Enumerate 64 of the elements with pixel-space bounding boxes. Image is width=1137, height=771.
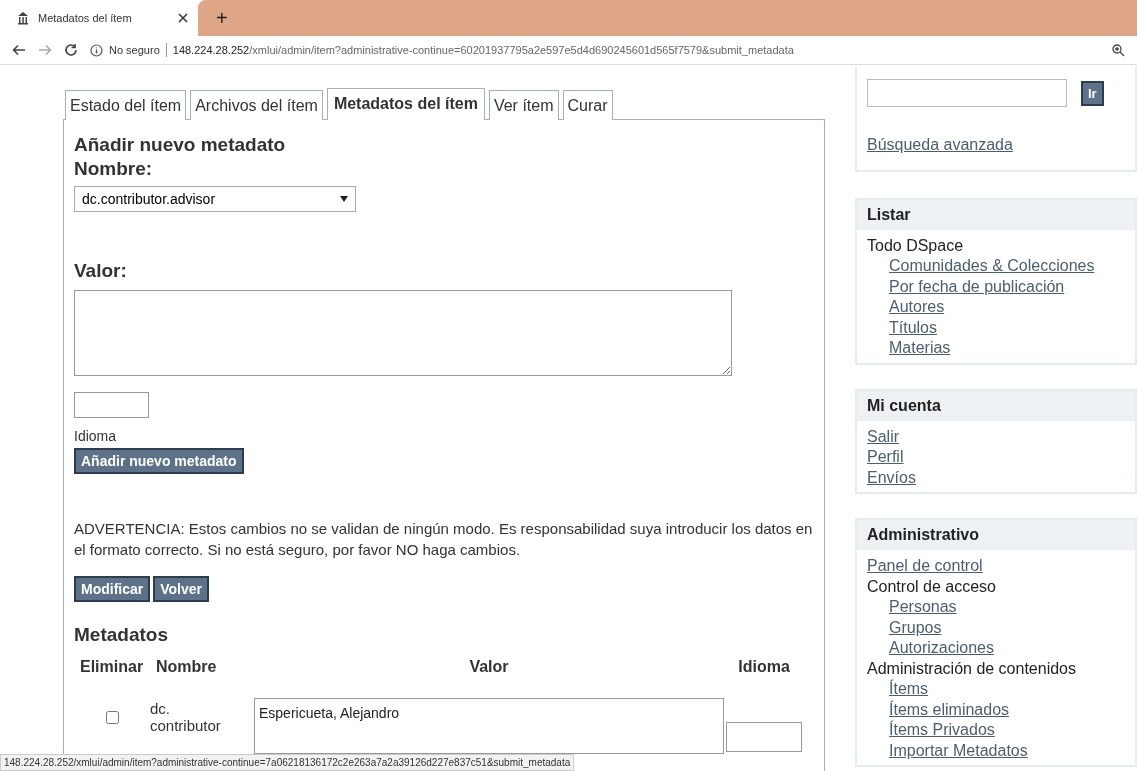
- tab[interactable]: Estado del ítem: [65, 90, 187, 120]
- reload-icon[interactable]: [64, 43, 78, 57]
- action-button[interactable]: Volver: [153, 576, 209, 602]
- table-cell-text: dc. contributor: [150, 700, 222, 734]
- sidebar-label: Administración de contenidos: [867, 658, 1076, 679]
- value-field[interactable]: [74, 290, 732, 376]
- delete-checkbox[interactable]: [105, 710, 119, 724]
- column-header: Valor: [468, 657, 510, 677]
- field-label: Idioma: [74, 428, 118, 444]
- tab[interactable]: Curar: [562, 90, 613, 120]
- sidebar-label: Todo DSpace: [867, 235, 964, 256]
- tab[interactable]: Ver ítem: [488, 90, 559, 120]
- language-field[interactable]: [726, 722, 802, 752]
- sidebar-link[interactable]: Grupos: [889, 617, 942, 638]
- tab-title: Metadatos del ítem: [38, 12, 133, 24]
- field-label: Nombre:: [74, 158, 154, 180]
- close-icon[interactable]: [178, 13, 188, 23]
- sidebar-link[interactable]: Envíos: [867, 467, 916, 488]
- building-icon: [16, 11, 30, 25]
- column-header: Eliminar: [79, 657, 145, 677]
- tab[interactable]: Metadatos del ítem: [326, 88, 485, 120]
- sidebar-link[interactable]: Títulos: [889, 317, 937, 338]
- sidebar-link[interactable]: Autorizaciones: [889, 638, 994, 659]
- url-text: 148.224.28.252/xmlui/admin/item?administrative-continue=60201937795a2e597e5d4d690245601d565f7579&submit_metadata: [172, 44, 794, 56]
- address-bar[interactable]: No seguro 148.224.28.252/xmlui/admin/item?administrative-continue=60201937795a2e597e5d4d690245601d565f7579&submit_metadata: [90, 38, 1100, 62]
- search-field[interactable]: [867, 79, 1067, 107]
- column-header: Nombre: [155, 657, 218, 677]
- action-button[interactable]: Modificar: [74, 576, 151, 602]
- search-button[interactable]: Ir: [1081, 80, 1104, 106]
- info-icon[interactable]: [90, 43, 103, 57]
- panel-heading: Administrativo: [857, 520, 1135, 550]
- sidebar-link[interactable]: Autores: [889, 297, 945, 318]
- sidebar-link[interactable]: Ítems: [889, 679, 929, 700]
- status-url: 148.224.28.252/xmlui/admin/item?administrative-continue=7a06218136172c2e263a7a2a39126d227e837c51&submit_metadata: [0, 754, 575, 771]
- name-dropdown[interactable]: dc.contributor.advisor: [74, 186, 356, 212]
- panel-heading: Listar: [857, 199, 1135, 230]
- sidebar-link[interactable]: Perfil: [867, 447, 904, 468]
- back-icon[interactable]: [12, 43, 26, 57]
- section-heading: Añadir nuevo metadato: [74, 134, 287, 156]
- tab[interactable]: Archivos del ítem: [190, 90, 323, 120]
- sidebar-link[interactable]: Ítems Privados: [889, 720, 995, 741]
- add-metadata-button[interactable]: Añadir nuevo metadato: [74, 448, 244, 474]
- panel-heading: Mi cuenta: [857, 390, 1135, 421]
- sidebar-link[interactable]: Panel de control: [867, 556, 983, 577]
- security-label: No seguro: [109, 44, 160, 56]
- column-header: Idioma: [737, 657, 791, 677]
- section-heading: Metadatos: [74, 624, 169, 646]
- sidebar-link[interactable]: Salir: [867, 426, 899, 447]
- caret-icon: [340, 196, 348, 202]
- sidebar-label: Control de acceso: [867, 576, 996, 597]
- sidebar-link[interactable]: Materias: [889, 338, 951, 359]
- sidebar-link[interactable]: Por fecha de publicación: [889, 276, 1065, 297]
- advanced-search-link[interactable]: Búsqueda avanzada: [867, 135, 1013, 156]
- field-label: Valor:: [74, 260, 128, 282]
- value-field[interactable]: Espericueta, Alejandro: [254, 698, 724, 754]
- language-field[interactable]: [74, 392, 149, 418]
- zoom-icon[interactable]: [1112, 43, 1125, 57]
- sidebar-link[interactable]: Personas: [889, 597, 957, 618]
- new-tab-button[interactable]: +: [216, 6, 228, 30]
- warning-text: ADVERTENCIA: Estos cambios no se validan de ningún modo. Es responsabilidad suya introducir los datos en el formato correcto. Si no está seguro, por favor NO haga cambios.: [74, 519, 814, 560]
- sidebar-link[interactable]: Importar Metadatos: [889, 740, 1028, 761]
- sidebar-link[interactable]: Comunidades & Colecciones: [889, 256, 1095, 277]
- sidebar-link[interactable]: Ítems eliminados: [889, 699, 1010, 720]
- browser-tab[interactable]: Metadatos del ítem: [0, 0, 198, 36]
